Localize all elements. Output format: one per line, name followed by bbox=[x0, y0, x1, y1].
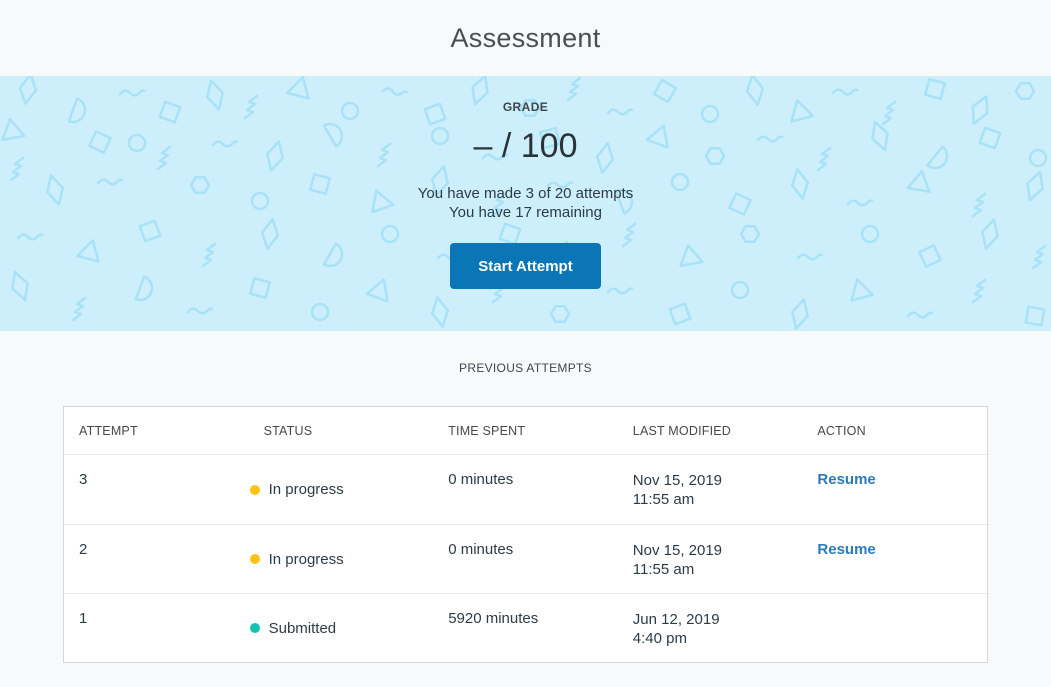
table-row: 3 In progress 0 minutes Nov 15, 2019 11:… bbox=[64, 455, 987, 524]
resume-link[interactable]: Resume bbox=[817, 471, 875, 488]
attempts-made-text: You have made 3 of 20 attempts bbox=[0, 185, 1051, 204]
previous-attempts-heading: PREVIOUS ATTEMPTS bbox=[0, 361, 1051, 375]
grade-banner: GRADE – / 100 You have made 3 of 20 atte… bbox=[0, 76, 1051, 331]
page-header: Assessment bbox=[0, 0, 1051, 76]
last-modified-cell: Nov 15, 2019 11:55 am bbox=[618, 525, 803, 593]
attempt-number: 2 bbox=[64, 525, 249, 593]
grade-summary: GRADE – / 100 You have made 3 of 20 atte… bbox=[0, 76, 1051, 289]
action-cell bbox=[802, 594, 987, 662]
start-attempt-button[interactable]: Start Attempt bbox=[450, 243, 600, 289]
table-row: 1 Submitted 5920 minutes Jun 12, 2019 4:… bbox=[64, 593, 987, 662]
last-modified-cell: Nov 15, 2019 11:55 am bbox=[618, 455, 803, 524]
last-modified-date: Nov 15, 2019 bbox=[633, 541, 803, 560]
status-label: In progress bbox=[269, 481, 344, 498]
in-progress-dot-icon bbox=[250, 554, 260, 564]
column-header-last-modified: LAST MODIFIED bbox=[618, 424, 803, 438]
status-cell: Submitted bbox=[249, 594, 434, 662]
time-spent: 0 minutes bbox=[433, 525, 618, 593]
attempt-number: 3 bbox=[64, 455, 249, 524]
attempt-number: 1 bbox=[64, 594, 249, 662]
column-header-status: STATUS bbox=[249, 424, 434, 438]
time-spent: 5920 minutes bbox=[433, 594, 618, 662]
page-title: Assessment bbox=[450, 23, 600, 54]
action-cell: Resume bbox=[802, 455, 987, 524]
last-modified-time: 11:55 am bbox=[633, 560, 803, 579]
status-cell: In progress bbox=[249, 455, 434, 524]
last-modified-time: 4:40 pm bbox=[633, 629, 803, 648]
last-modified-date: Jun 12, 2019 bbox=[633, 610, 803, 629]
attempts-remaining-text: You have 17 remaining bbox=[0, 204, 1051, 223]
grade-value: – / 100 bbox=[0, 126, 1051, 166]
table-header-row: ATTEMPT STATUS TIME SPENT LAST MODIFIED … bbox=[64, 407, 987, 455]
status-label: In progress bbox=[269, 551, 344, 568]
in-progress-dot-icon bbox=[250, 485, 260, 495]
last-modified-cell: Jun 12, 2019 4:40 pm bbox=[618, 594, 803, 662]
attempts-table: ATTEMPT STATUS TIME SPENT LAST MODIFIED … bbox=[63, 406, 988, 663]
action-cell: Resume bbox=[802, 525, 987, 593]
status-label: Submitted bbox=[269, 620, 337, 637]
last-modified-time: 11:55 am bbox=[633, 490, 803, 509]
grade-label: GRADE bbox=[0, 100, 1051, 114]
column-header-time-spent: TIME SPENT bbox=[433, 424, 618, 438]
last-modified-date: Nov 15, 2019 bbox=[633, 471, 803, 490]
time-spent: 0 minutes bbox=[433, 455, 618, 524]
status-cell: In progress bbox=[249, 525, 434, 593]
column-header-action: ACTION bbox=[802, 424, 987, 438]
table-row: 2 In progress 0 minutes Nov 15, 2019 11:… bbox=[64, 524, 987, 593]
column-header-attempt: ATTEMPT bbox=[64, 424, 249, 438]
submitted-dot-icon bbox=[250, 623, 260, 633]
resume-link[interactable]: Resume bbox=[817, 541, 875, 558]
